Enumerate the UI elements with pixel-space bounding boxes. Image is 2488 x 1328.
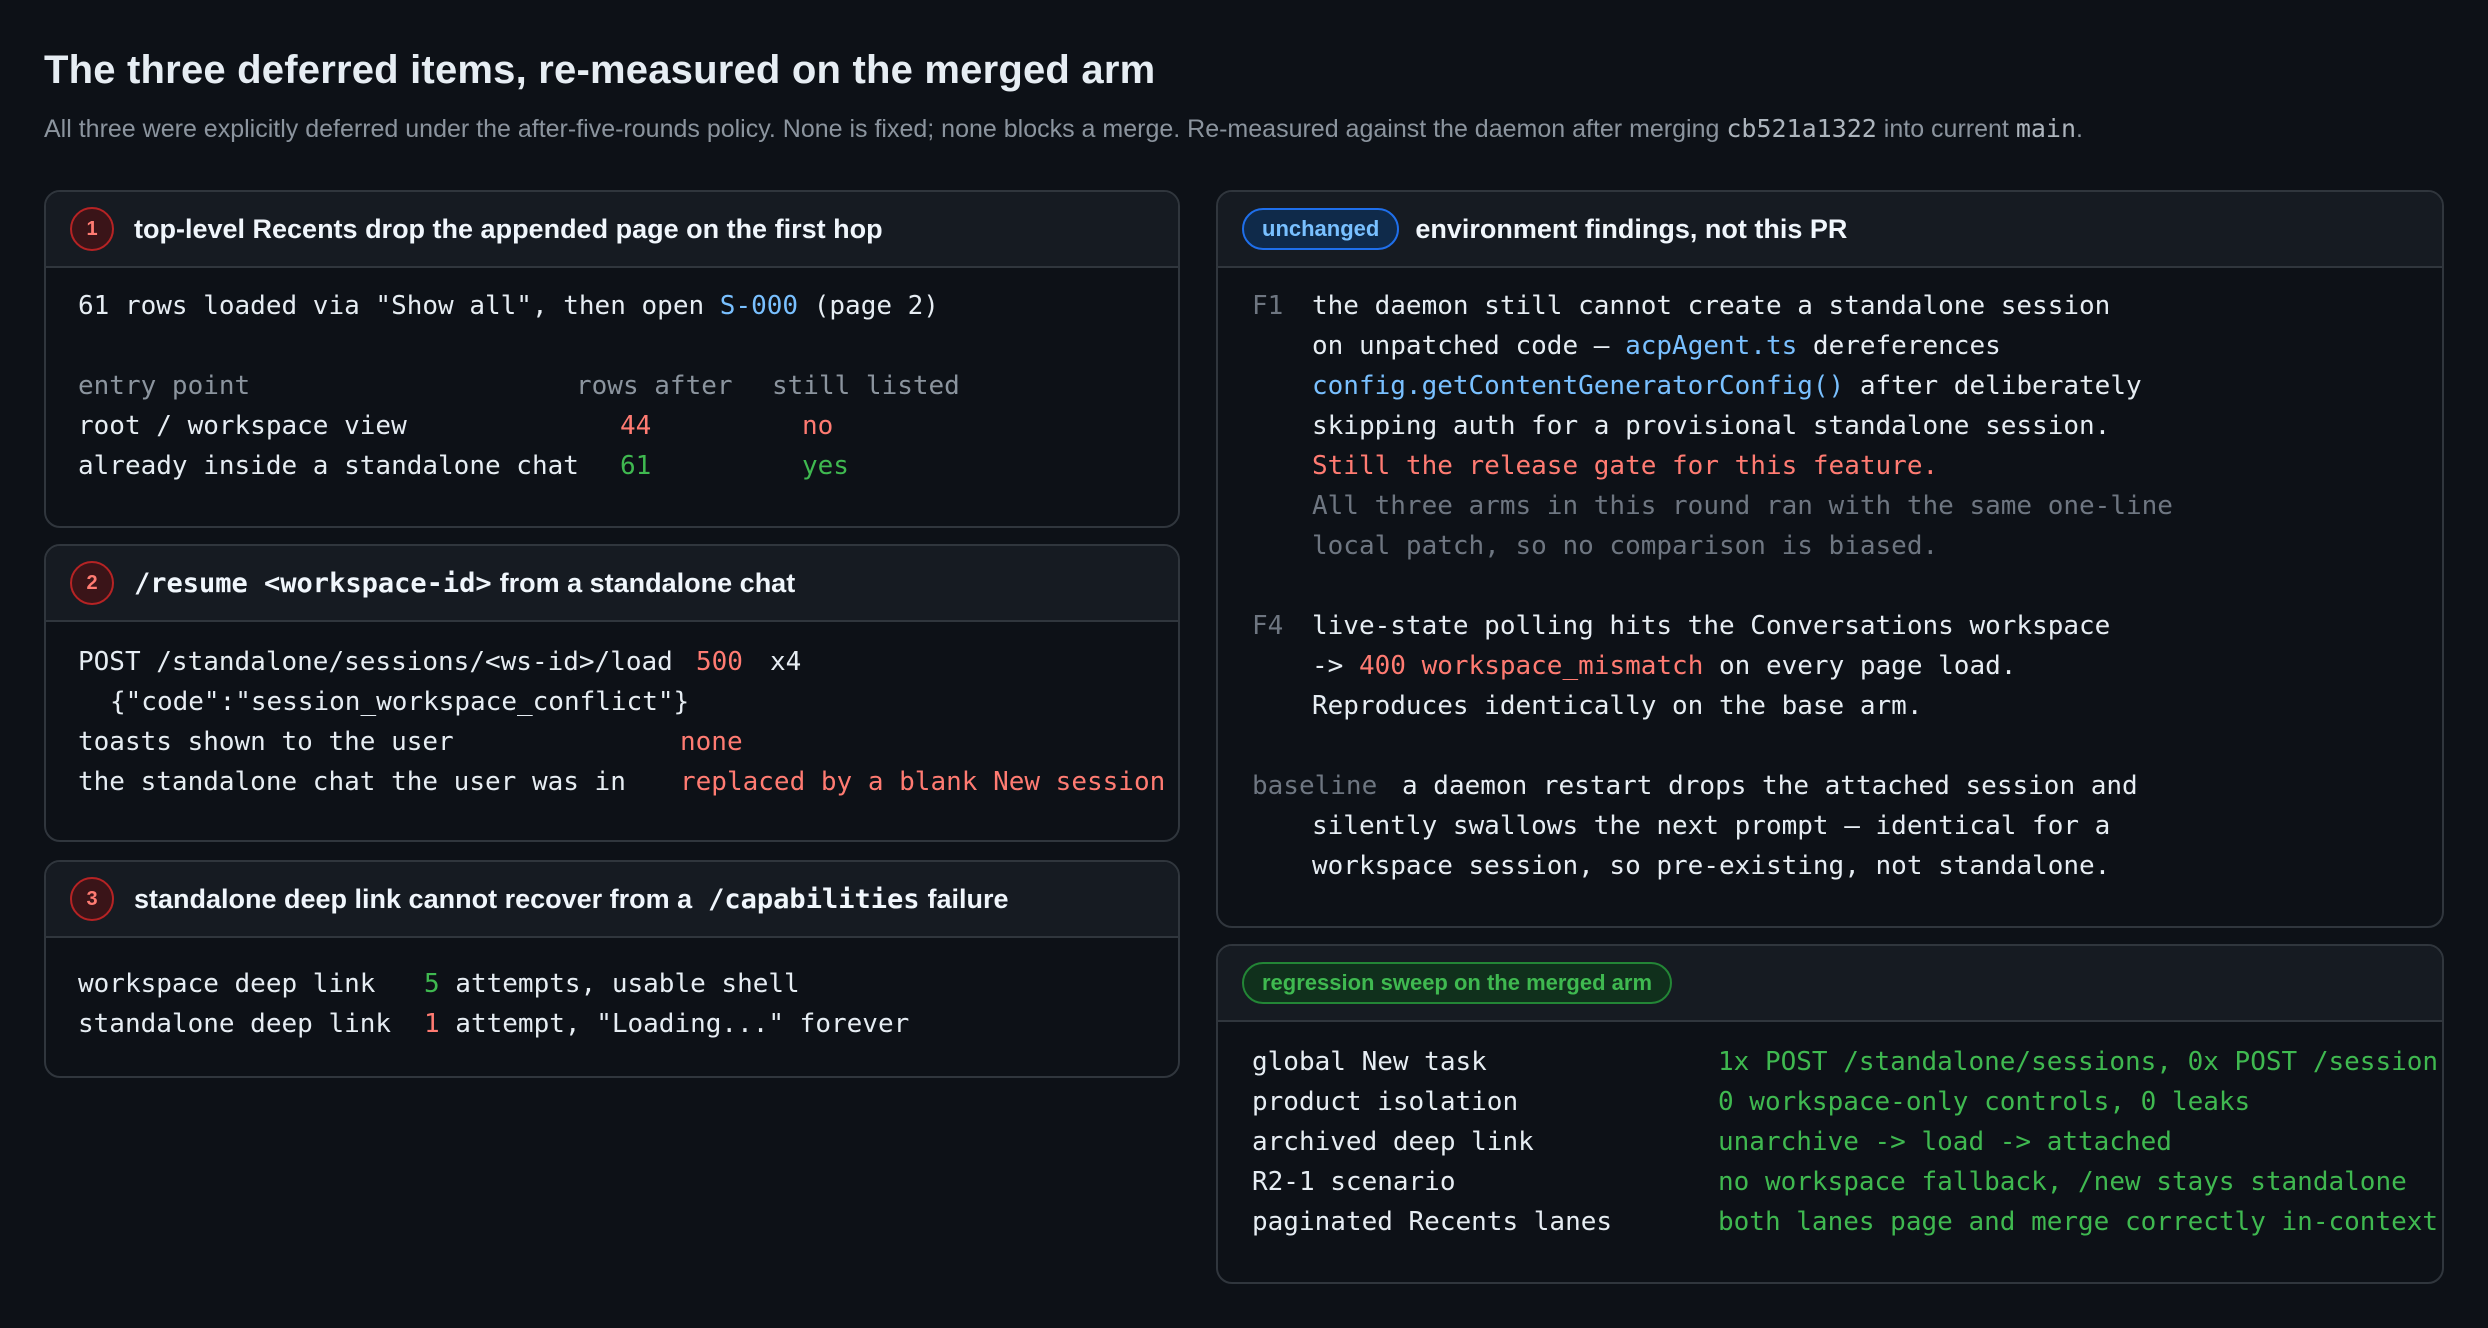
table-row-entry: already inside a standalone chat	[78, 451, 579, 481]
attempt-count: 1	[424, 1009, 440, 1039]
sweep-label: paginated Recents lanes	[1252, 1207, 1613, 1237]
finding-tag: F1	[1252, 291, 1284, 321]
regression-sweep-body: global New task 1x POST /standalone/sess…	[1218, 1022, 2442, 1282]
attempt-text: attempts, usable shell	[439, 969, 800, 999]
finding-tag: F4	[1252, 611, 1284, 641]
col-header-listed: still listed	[772, 371, 960, 401]
function-link[interactable]: config.getContentGeneratorConfig()	[1312, 371, 1844, 401]
sweep-result: 1x POST /standalone/sessions, 0x POST /s…	[1718, 1047, 2439, 1077]
deep-link-result: 1 attempt, "Loading..." forever	[424, 1004, 909, 1044]
sweep-result: unarchive -> load -> attached	[1718, 1127, 2172, 1157]
sweep-result: 0 workspace-only controls, 0 leaks	[1718, 1087, 2251, 1117]
finding-text: ->	[1312, 651, 1359, 681]
error-code: 400 workspace_mismatch	[1358, 651, 1704, 681]
item-number-badge: 3	[70, 877, 114, 921]
branch-name: main	[2015, 114, 2077, 143]
request-line: POST /standalone/sessions/<ws-id>/load	[78, 647, 673, 677]
toasts-label: toasts shown to the user	[78, 727, 454, 757]
finding-text: after deliberately	[1844, 371, 2142, 401]
deferred-item-2-card: 2 /resume <workspace-id> from a standalon…	[44, 544, 1180, 842]
attempt-count: 5	[424, 969, 440, 999]
table-row-entry: root / workspace view	[78, 411, 407, 441]
status-code: 500	[696, 647, 743, 677]
item-3-title: standalone deep link cannot recover from…	[134, 884, 1009, 915]
intro-text: 61 rows loaded via "Show all", then open	[78, 291, 720, 321]
sweep-result: both lanes page and merge correctly in-c…	[1718, 1207, 2439, 1237]
table-row-rows-after: 61	[620, 451, 652, 481]
regression-sweep-card: regression sweep on the merged arm globa…	[1216, 944, 2444, 1284]
page-title: The three deferred items, re-measured on…	[44, 48, 1156, 92]
unchanged-badge: unchanged	[1242, 208, 1400, 250]
finding-line: config.getContentGeneratorConfig() after…	[1312, 366, 2142, 406]
finding-text: on every page load.	[1703, 651, 2017, 681]
finding-line: on unpatched code — acpAgent.ts derefere…	[1312, 326, 2001, 366]
request-count: x4	[770, 647, 802, 677]
finding-line: -> 400 workspace_mismatch on every page …	[1312, 646, 2016, 686]
table-row-rows-after: 44	[620, 411, 652, 441]
deep-link-result: 5 attempts, usable shell	[424, 964, 800, 1004]
item-1-header: 1 top-level Recents drop the appended pa…	[46, 192, 1178, 268]
page-subtitle: All three were explicitly deferred under…	[44, 114, 2083, 144]
finding-line: the daemon still cannot create a standal…	[1312, 291, 2111, 321]
col-header-rows: rows after	[576, 371, 733, 401]
item-3-title-pre: standalone deep link cannot recover from…	[134, 883, 693, 914]
item-3-header: 3 standalone deep link cannot recover fr…	[46, 862, 1178, 938]
item-3-body: workspace deep link 5 attempts, usable s…	[46, 938, 1178, 1076]
chat-value: replaced by a blank New session	[680, 767, 1166, 797]
deferred-item-1-card: 1 top-level Recents drop the appended pa…	[44, 190, 1180, 528]
item-1-intro: 61 rows loaded via "Show all", then open…	[78, 286, 939, 326]
item-3-title-post: failure	[927, 883, 1009, 914]
sweep-result: no workspace fallback, /new stays standa…	[1718, 1167, 2407, 1197]
item-number-badge: 2	[70, 561, 114, 605]
finding-note: All three arms in this round ran with th…	[1312, 491, 2173, 521]
resume-command: /resume <workspace-id>	[134, 567, 492, 599]
sweep-label: archived deep link	[1252, 1127, 1534, 1157]
sweep-label: global New task	[1252, 1047, 1487, 1077]
commit-hash: cb521a1322	[1726, 114, 1877, 143]
finding-text: on unpatched code —	[1312, 331, 1626, 361]
intro-post: (page 2)	[798, 291, 939, 321]
environment-body: F1 the daemon still cannot create a stan…	[1218, 268, 2442, 881]
finding-line: a daemon restart drops the attached sess…	[1402, 771, 2138, 801]
session-link[interactable]: S-000	[720, 291, 798, 321]
release-gate-note: Still the release gate for this feature.	[1312, 451, 1939, 481]
item-1-title: top-level Recents drop the appended page…	[134, 213, 883, 244]
item-2-title: /resume <workspace-id> from a standalone …	[134, 568, 795, 599]
item-2-body: POST /standalone/sessions/<ws-id>/load 5…	[46, 622, 1178, 840]
finding-line: Reproduces identically on the base arm.	[1312, 691, 1923, 721]
environment-title: environment findings, not this PR	[1415, 213, 1848, 244]
subtitle-end: .	[2076, 115, 2083, 143]
item-number-badge: 1	[70, 207, 114, 251]
deep-link-label: workspace deep link	[78, 969, 376, 999]
finding-line: workspace session, so pre-existing, not …	[1312, 851, 2111, 881]
item-2-title-text: from a standalone chat	[499, 567, 796, 598]
error-body: {"code":"session_workspace_conflict"}	[110, 687, 690, 717]
table-row-still-listed: no	[802, 411, 834, 441]
chat-label: the standalone chat the user was in	[78, 767, 626, 797]
finding-line: live-state polling hits the Conversation…	[1312, 611, 2111, 641]
regression-sweep-badge: regression sweep on the merged arm	[1242, 962, 1673, 1004]
attempt-text: attempt, "Loading..." forever	[439, 1009, 910, 1039]
finding-tag: baseline	[1252, 771, 1378, 801]
item-1-body: 61 rows loaded via "Show all", then open…	[46, 268, 1178, 526]
finding-line: skipping auth for a provisional standalo…	[1312, 411, 2111, 441]
sweep-label: product isolation	[1252, 1087, 1519, 1117]
table-row-still-listed: yes	[802, 451, 849, 481]
finding-line: silently swallows the next prompt — iden…	[1312, 811, 2111, 841]
regression-sweep-header: regression sweep on the merged arm	[1218, 946, 2442, 1022]
subtitle-mid: into current	[1876, 115, 2016, 143]
col-header-entry: entry point	[78, 371, 251, 401]
item-2-header: 2 /resume <workspace-id> from a standalon…	[46, 546, 1178, 622]
finding-text: dereferences	[1797, 331, 2001, 361]
toasts-value: none	[680, 727, 743, 757]
subtitle-text: All three were explicitly deferred under…	[44, 115, 1727, 143]
environment-findings-card: unchanged environment findings, not this…	[1216, 190, 2444, 928]
finding-note: local patch, so no comparison is biased.	[1312, 531, 1939, 561]
environment-header: unchanged environment findings, not this…	[1218, 192, 2442, 268]
source-file-link[interactable]: acpAgent.ts	[1625, 331, 1797, 361]
deferred-item-3-card: 3 standalone deep link cannot recover fr…	[44, 860, 1180, 1078]
sweep-label: R2-1 scenario	[1252, 1167, 1456, 1197]
capabilities-endpoint: /capabilities	[708, 883, 920, 915]
deep-link-label: standalone deep link	[78, 1009, 392, 1039]
